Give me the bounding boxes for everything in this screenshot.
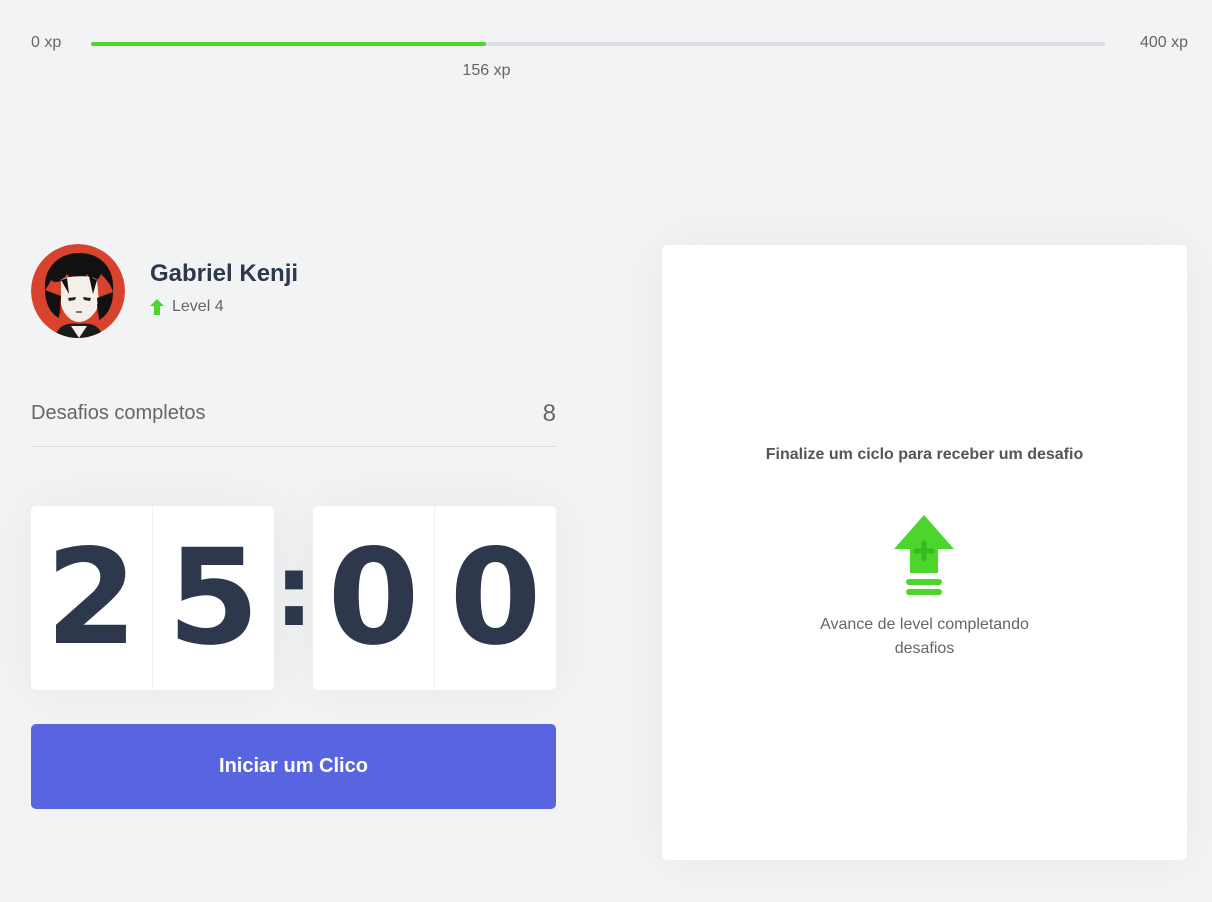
completed-challenges: Desafios completos 8 bbox=[31, 396, 556, 447]
countdown-minute-tens: 2 bbox=[31, 506, 153, 690]
completed-challenges-label: Desafios completos bbox=[31, 402, 206, 424]
challenge-box: Finalize um ciclo para receber um desafi… bbox=[662, 245, 1187, 860]
profile-level-label: Level 4 bbox=[172, 298, 224, 315]
profile-info: Gabriel Kenji Level 4 bbox=[150, 260, 298, 316]
countdown-separator: : bbox=[274, 532, 314, 649]
level-up-arrow-icon bbox=[150, 299, 164, 315]
challenge-box-title: Finalize um ciclo para receber um desafi… bbox=[765, 446, 1084, 463]
xp-progress-track: 156 xp bbox=[91, 42, 1105, 79]
xp-progress-fill bbox=[91, 42, 487, 46]
completed-challenges-count: 8 bbox=[542, 400, 556, 427]
challenge-box-description: Avance de level completando desafios bbox=[662, 613, 1187, 661]
experience-bar: 0 xp 156 xp 400 xp bbox=[31, 34, 1188, 79]
level-up-icon bbox=[894, 515, 954, 597]
countdown-second-ones: 0 bbox=[449, 521, 542, 675]
countdown-minutes: 2 5 bbox=[31, 506, 274, 690]
xp-max-label: 400 xp bbox=[1139, 34, 1188, 51]
countdown: 2 5 : 0 0 bbox=[31, 506, 556, 690]
countdown-seconds: 0 0 bbox=[313, 506, 556, 690]
xp-min-label: 0 xp bbox=[31, 34, 62, 51]
profile-name: Gabriel Kenji bbox=[150, 260, 299, 287]
countdown-second-tens: 0 bbox=[313, 506, 435, 690]
challenge-box-description-text: Avance de level completando desafios bbox=[820, 616, 1029, 657]
profile: Gabriel Kenji Level 4 bbox=[31, 244, 298, 338]
xp-current-label: 156 xp bbox=[462, 62, 511, 79]
avatar bbox=[31, 244, 125, 338]
profile-level: Level 4 bbox=[150, 298, 298, 316]
countdown-minute-ones: 5 bbox=[167, 521, 260, 675]
start-cycle-button[interactable]: Iniciar um Clico bbox=[31, 724, 556, 809]
